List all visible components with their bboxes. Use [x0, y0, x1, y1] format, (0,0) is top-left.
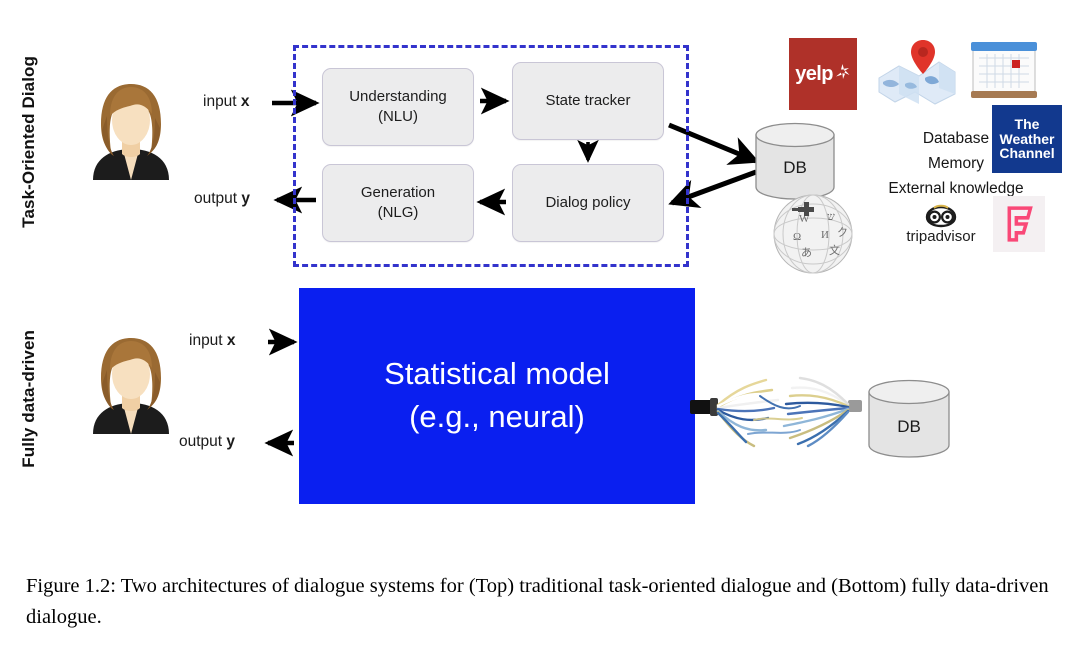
row-label-fully-data-driven: Fully data-driven	[19, 330, 38, 468]
statistical-model-label: Statistical model (e.g., neural)	[384, 353, 610, 439]
db-label-top: DB	[783, 158, 807, 177]
pipeline-box-dialog-policy[interactable]: Dialog policy	[512, 164, 664, 242]
avatar-top	[83, 76, 179, 185]
input-label-top-text: input	[203, 93, 241, 110]
pipeline-box-generation-nlg[interactable]: Generation (NLG)	[322, 164, 474, 242]
statistical-model-line2: (e.g., neural)	[409, 399, 585, 434]
weather-line-1: The	[1014, 116, 1040, 133]
pipeline-box-generation-label: Generation (NLG)	[361, 183, 435, 223]
user-avatar-woman-icon	[93, 84, 169, 180]
input-var-top: x	[240, 93, 250, 110]
pipeline-box-dialog-policy-label: Dialog policy	[545, 193, 630, 213]
calendar-icon	[971, 42, 1037, 98]
weather-line-3: Channel	[999, 145, 1055, 162]
svg-text:ク: ク	[837, 226, 848, 239]
avatar-bottom	[83, 330, 179, 439]
user-avatar-woman-icon-bottom	[93, 338, 169, 434]
output-label-bottom: output y	[179, 433, 235, 451]
database-cylinder-top: DB	[753, 122, 837, 200]
nlg-line1: Generation	[360, 184, 436, 202]
output-label-top-text: output	[194, 190, 242, 207]
output-var-top: y	[241, 190, 251, 207]
statistical-model-line1: Statistical model	[384, 356, 610, 392]
foursquare-logo[interactable]	[993, 196, 1045, 252]
input-label-bottom: input x	[189, 332, 236, 350]
weather-channel-logo[interactable]: The Weather Channel	[992, 105, 1062, 173]
tripadvisor-owl-icon	[925, 204, 957, 228]
wikipedia-globe-icon: W ש Ω И あ 文 ク	[773, 194, 853, 274]
db-label-bottom: DB	[897, 417, 921, 436]
yelp-logo-text: yelp	[795, 62, 833, 85]
figure-caption: Figure 1.2: Two architectures of dialogu…	[26, 575, 1049, 629]
tripadvisor-logo-text: tripadvisor	[906, 228, 976, 245]
pipeline-box-nlu-label: Understanding (NLU)	[349, 87, 447, 127]
row-label-task-oriented-dialog: Task-Oriented Dialog	[19, 56, 38, 228]
google-maps-icon	[878, 40, 956, 105]
statistical-model-box[interactable]: Statistical model (e.g., neural)	[299, 288, 695, 504]
foursquare-icon	[1007, 206, 1033, 242]
weather-line-2: Weather	[999, 130, 1055, 147]
nlu-line2: (NLU)	[377, 108, 418, 125]
svg-text:あ: あ	[801, 246, 812, 259]
database-cylinder-bottom: DB	[866, 379, 952, 459]
nlg-line2: (NLG)	[377, 204, 419, 221]
policy-line1: Dialog policy	[545, 194, 631, 212]
output-label-top: output y	[194, 190, 250, 208]
google-maps-logo[interactable]	[877, 34, 957, 110]
svg-text:И: И	[821, 229, 829, 241]
pipeline-box-nlu[interactable]: Understanding (NLU)	[322, 68, 474, 146]
svg-text:Ω: Ω	[793, 231, 801, 243]
input-label-top: input x	[203, 93, 250, 111]
wikipedia-logo[interactable]: W ש Ω И あ 文 ク	[771, 192, 855, 276]
frayed-cable-bundle	[690, 376, 862, 448]
output-label-bottom-text: output	[179, 433, 227, 450]
input-var-bottom: x	[226, 332, 236, 349]
yelp-logo[interactable]: yelp	[789, 38, 857, 110]
figure-container: Task-Oriented Dialog Fully data-driven i…	[0, 0, 1080, 662]
state-line1: State tracker	[545, 92, 631, 110]
output-var-bottom: y	[226, 433, 236, 450]
pipeline-box-state-tracker[interactable]: State tracker	[512, 62, 664, 140]
svg-text:ש: ש	[827, 211, 835, 223]
tripadvisor-logo[interactable]: tripadvisor	[893, 203, 989, 251]
calendar-logo[interactable]	[967, 36, 1041, 104]
yelp-burst-icon	[835, 64, 850, 79]
input-label-bottom-text: input	[189, 332, 227, 349]
pipeline-box-state-tracker-label: State tracker	[545, 91, 630, 111]
nlu-line1: Understanding	[349, 88, 447, 106]
svg-text:文: 文	[829, 243, 840, 257]
